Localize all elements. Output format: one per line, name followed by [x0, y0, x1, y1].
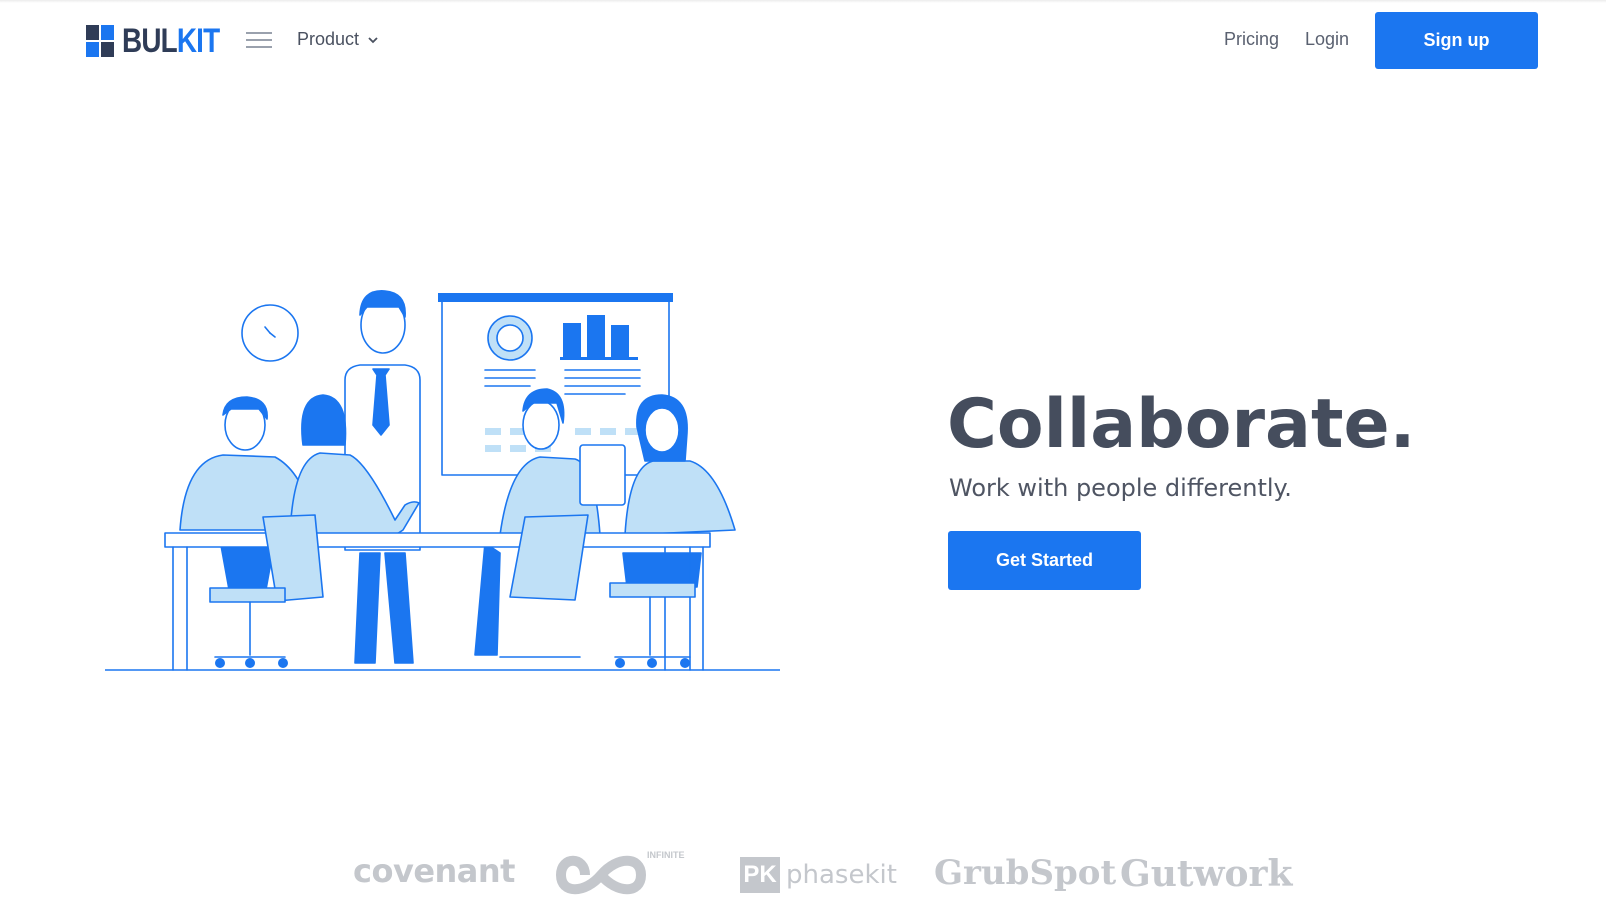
logo-grid-icon [86, 25, 114, 57]
phasekit-name: phasekit [786, 860, 897, 890]
brand-name-part1: BUL [122, 22, 178, 60]
client-logo-gutwork: Gutwork [1120, 853, 1293, 895]
hero-title: Collaborate. [947, 385, 1416, 464]
client-logo-infinite: INFINITE [555, 850, 685, 895]
top-navbar: BULKIT Product Pricing Login Sign up [0, 0, 1606, 80]
infinite-label: INFINITE [647, 850, 685, 860]
hero-subtitle: Work with people differently. [949, 474, 1292, 502]
chevron-down-icon [368, 36, 378, 43]
hamburger-icon[interactable] [246, 30, 272, 50]
phasekit-mark: PK [740, 857, 780, 893]
client-logo-covenant: covenant [353, 852, 515, 890]
product-label: Product [297, 29, 360, 49]
client-logo-phasekit: PK phasekit [740, 857, 897, 893]
brand-logo[interactable]: BULKIT [86, 22, 241, 60]
pricing-link[interactable]: Pricing [1224, 29, 1279, 50]
get-started-button[interactable]: Get Started [948, 531, 1141, 590]
team-meeting-illustration [105, 290, 780, 671]
login-link[interactable]: Login [1305, 29, 1349, 50]
signup-button[interactable]: Sign up [1375, 12, 1538, 69]
brand-name-part2: KIT [176, 22, 220, 60]
brand-name: BULKIT [122, 22, 220, 60]
client-logo-grubspot: GrubSpot [934, 853, 1117, 893]
product-dropdown[interactable]: Product [297, 29, 379, 50]
